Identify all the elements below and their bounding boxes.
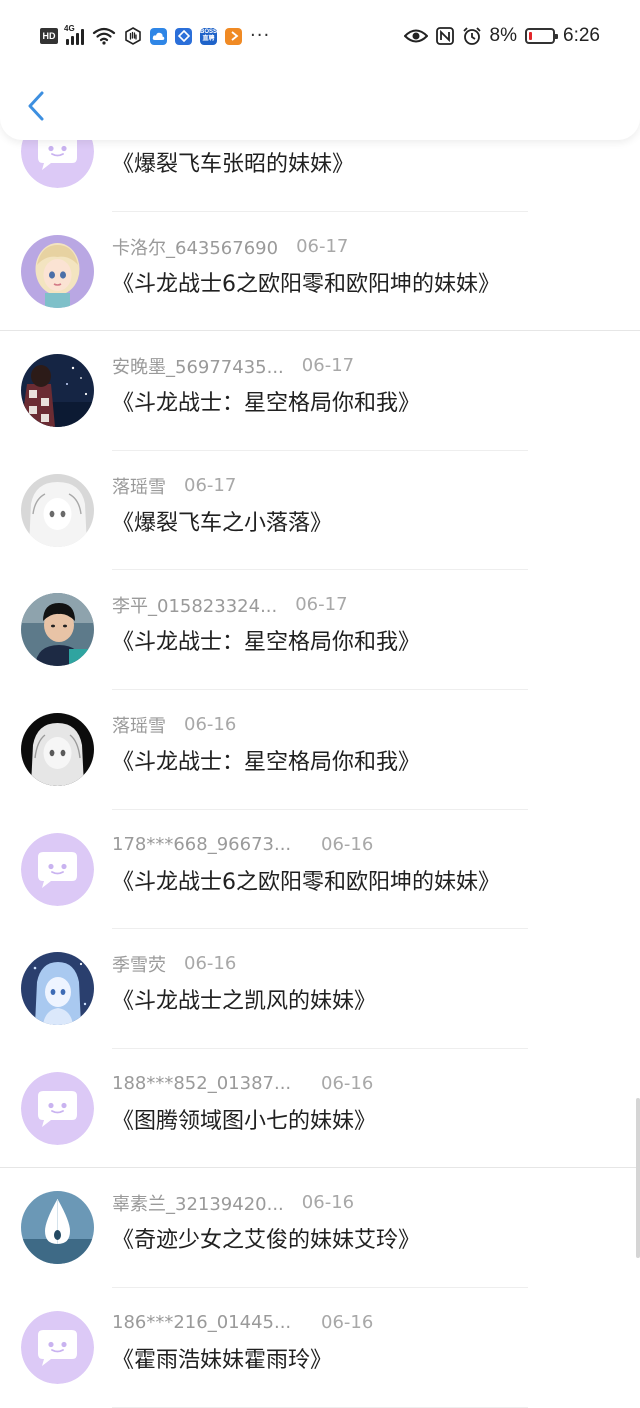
- alarm-icon: [462, 27, 481, 45]
- user-name[interactable]: 季雪荧: [112, 951, 166, 977]
- status-left: HD 4G BOSS 直聘 ···: [40, 24, 271, 46]
- comment-meta: 辜素兰_32139420... 06-16: [112, 1190, 354, 1216]
- scrollbar[interactable]: [636, 1098, 640, 1258]
- list-item[interactable]: 辜素兰_32139420... 06-16 《奇迹少女之艾俊的妹妹艾玲》: [0, 1168, 640, 1288]
- nfc-icon: [435, 27, 454, 45]
- story-title[interactable]: 《斗龙战士：星空格局你和我》: [112, 748, 420, 778]
- comment-date: 06-17: [184, 474, 237, 496]
- battery-percent: 8%: [489, 25, 518, 46]
- comment-meta: 178***668_96673... 06-16: [112, 832, 373, 858]
- comment-date: 06-16: [321, 1072, 374, 1094]
- comment-date: 06-16: [321, 833, 374, 855]
- avatar[interactable]: [21, 354, 94, 428]
- eye-icon: [403, 29, 428, 43]
- list-item[interactable]: 178***668_96673... 06-16 《斗龙战士6之欧阳零和欧阳坤的妹妹…: [0, 810, 640, 930]
- list-item[interactable]: 安晚墨_56977435... 06-17 《斗龙战士：星空格局你和我》: [0, 331, 640, 451]
- boss-app-icon: BOSS 直聘: [200, 27, 217, 45]
- clock: 6:26: [563, 25, 600, 46]
- row-divider: [112, 1406, 528, 1408]
- story-title[interactable]: 《奇迹少女之艾俊的妹妹艾玲》: [112, 1226, 420, 1256]
- comment-date: 06-17: [296, 235, 349, 257]
- battery-icon: [525, 28, 559, 44]
- avatar[interactable]: [21, 712, 94, 786]
- more-notifications: ···: [250, 25, 271, 46]
- comment-date: 06-17: [301, 355, 355, 377]
- hand-gesture-icon: [125, 27, 141, 45]
- user-name[interactable]: 落瑶雪: [112, 712, 166, 738]
- story-title[interactable]: 《爆裂飞车之小落落》: [112, 509, 332, 539]
- avatar[interactable]: [21, 234, 94, 308]
- comment-date: 06-16: [184, 953, 237, 975]
- list-item[interactable]: 卡洛尔_643567690 06-17 《斗龙战士6之欧阳零和欧阳坤的妹妹》: [0, 212, 640, 332]
- user-name[interactable]: 落瑶雪: [112, 473, 166, 499]
- user-name[interactable]: 186***216_01445...: [112, 1312, 291, 1333]
- story-title[interactable]: 《斗龙战士：星空格局你和我》: [112, 389, 420, 419]
- avatar[interactable]: [21, 1071, 94, 1145]
- wifi-icon: [92, 27, 116, 45]
- comment-date: 06-16: [301, 1192, 355, 1214]
- list-item[interactable]: 落瑶雪 06-16 《斗龙战士：星空格局你和我》: [0, 690, 640, 810]
- avatar[interactable]: [21, 473, 94, 547]
- avatar[interactable]: [21, 593, 94, 667]
- avatar[interactable]: [21, 1191, 94, 1265]
- story-title[interactable]: 《图腾领域图小七的妹妹》: [112, 1107, 376, 1137]
- list-item[interactable]: 李平_015823324... 06-17 《斗龙战士：星空格局你和我》: [0, 570, 640, 690]
- comment-date: 06-16: [321, 1311, 374, 1333]
- user-name[interactable]: 188***852_01387...: [112, 1073, 291, 1094]
- story-title[interactable]: 《霍雨浩妹妹霍雨玲》: [112, 1346, 332, 1376]
- story-title[interactable]: 《斗龙战士之凯风的妹妹》: [112, 987, 376, 1017]
- list-item[interactable]: 186***216_01445... 06-16 《霍雨浩妹妹霍雨玲》: [0, 1288, 640, 1408]
- app-b-icon: [175, 27, 192, 45]
- hd-badge: HD: [40, 28, 58, 44]
- back-button[interactable]: [18, 84, 54, 128]
- chevron-left-icon: [28, 91, 44, 121]
- avatar[interactable]: [21, 952, 94, 1026]
- play-app-icon: [225, 27, 242, 45]
- user-name[interactable]: 178***668_96673...: [112, 834, 291, 855]
- list-item[interactable]: 188***852_01387... 06-16 《图腾领域图小七的妹妹》: [0, 1049, 640, 1169]
- comment-date: 06-17: [295, 594, 348, 616]
- comment-meta: 186***216_01445... 06-16: [112, 1310, 373, 1336]
- weather-app-icon: [150, 27, 167, 45]
- list-item[interactable]: 落瑶雪 06-17 《爆裂飞车之小落落》: [0, 451, 640, 571]
- status-bar: HD 4G BOSS 直聘 ··· 8% 6:26: [40, 18, 600, 54]
- story-title[interactable]: 《斗龙战士6之欧阳零和欧阳坤的妹妹》: [112, 868, 500, 898]
- comment-meta: 安晚墨_56977435... 06-17: [112, 353, 354, 379]
- top-bar: HD 4G BOSS 直聘 ··· 8% 6:26: [0, 0, 640, 140]
- comment-meta: 188***852_01387... 06-16: [112, 1071, 373, 1097]
- comment-meta: 李平_015823324... 06-17: [112, 592, 348, 618]
- comment-list: 《爆裂飞车张昭的妹妹》 卡洛尔_643567690 06-17 《斗龙战士6之欧阳零…: [0, 92, 640, 1408]
- comment-date: 06-16: [184, 713, 237, 735]
- user-name[interactable]: 李平_015823324...: [112, 592, 277, 618]
- story-title[interactable]: 《爆裂飞车张昭的妹妹》: [112, 150, 354, 180]
- user-name[interactable]: 安晚墨_56977435...: [112, 353, 284, 379]
- comment-meta: 季雪荧 06-16: [112, 951, 236, 977]
- status-right: 8% 6:26: [403, 25, 600, 47]
- avatar[interactable]: [21, 832, 94, 906]
- network-type: 4G: [64, 24, 75, 33]
- cellular-signal-icon: 4G: [64, 24, 84, 45]
- avatar[interactable]: [21, 1310, 94, 1384]
- list-item[interactable]: 季雪荧 06-16 《斗龙战士之凯风的妹妹》: [0, 929, 640, 1049]
- story-title[interactable]: 《斗龙战士：星空格局你和我》: [112, 628, 420, 658]
- comment-meta: 落瑶雪 06-16: [112, 712, 236, 738]
- comment-meta: 卡洛尔_643567690 06-17: [112, 234, 348, 260]
- user-name[interactable]: 辜素兰_32139420...: [112, 1190, 284, 1216]
- user-name[interactable]: 卡洛尔_643567690: [112, 234, 278, 260]
- comment-meta: 落瑶雪 06-17: [112, 473, 236, 499]
- story-title[interactable]: 《斗龙战士6之欧阳零和欧阳坤的妹妹》: [112, 270, 500, 300]
